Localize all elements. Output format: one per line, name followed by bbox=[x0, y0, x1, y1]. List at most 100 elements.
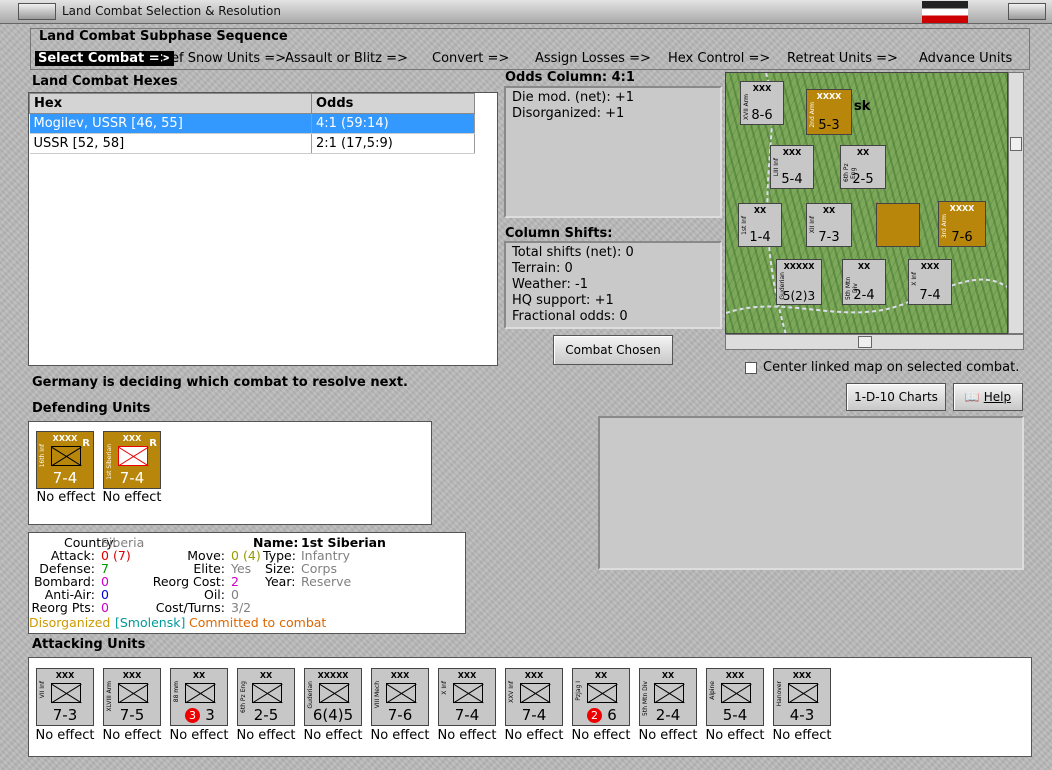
odds-panel: Die mod. (net): +1 Disorganized: +1 bbox=[504, 86, 722, 218]
step-advance-units[interactable]: Advance Units bbox=[919, 51, 1012, 66]
unit-type-icon bbox=[51, 683, 81, 703]
unit-details: Country: Siberia Attack: 0 (7) Defense: … bbox=[28, 532, 466, 634]
subphase-sequence: Land Combat Subphase Sequence Select Com… bbox=[30, 28, 1030, 70]
map-counter[interactable]: XX 6th Pz Eng 2-5 bbox=[840, 145, 886, 189]
unit-type-icon bbox=[118, 683, 148, 703]
hexes-table: Hex Odds Mogilev, USSR [46, 55] 4:1 (59:… bbox=[29, 93, 475, 154]
hexes-heading: Land Combat Hexes bbox=[32, 74, 178, 89]
attacking-unit[interactable]: XXX XXV Inf 7-4 bbox=[505, 668, 563, 726]
close-button[interactable] bbox=[1008, 3, 1046, 20]
table-row[interactable]: USSR [52, 58] 2:1 (17,5:9) bbox=[29, 133, 475, 154]
year-value: Reserve bbox=[301, 574, 352, 589]
shifts-panel: Total shifts (net): 0 Terrain: 0 Weather… bbox=[504, 241, 722, 329]
infantry-icon bbox=[51, 446, 81, 466]
step-select-combat[interactable]: Select Combat => bbox=[35, 51, 174, 66]
map-counter[interactable]: XXXX 3rd Arm 7-6 bbox=[938, 201, 986, 247]
status-disorganized: Disorganized bbox=[29, 615, 111, 630]
unit-effect: No effect bbox=[705, 728, 765, 743]
attack-alt: (7) bbox=[113, 548, 131, 563]
column-odds[interactable]: Odds bbox=[311, 93, 475, 114]
sequence-heading: Land Combat Subphase Sequence bbox=[39, 29, 288, 44]
shifts-heading: Column Shifts: bbox=[505, 226, 613, 241]
defending-panel: XXXX R 16th Inf 7-4 No effect XXX R 1st … bbox=[28, 421, 432, 525]
step-def-snow-units[interactable]: Def Snow Units => bbox=[161, 51, 286, 66]
row-hex: USSR [52, 58] bbox=[29, 133, 312, 154]
status-location: [Smolensk] bbox=[115, 615, 186, 630]
year-label: Year: bbox=[265, 574, 296, 589]
map-counter[interactable]: XXXX 2nd Arm 5-3 bbox=[806, 89, 852, 135]
title-bar: Land Combat Selection & Resolution bbox=[0, 0, 1052, 24]
row-hex: Mogilev, USSR [46, 55] bbox=[29, 113, 312, 134]
book-icon: 📖 bbox=[964, 390, 980, 404]
attacking-unit[interactable]: XXX XLVIII Arm 7-5 bbox=[103, 668, 161, 726]
odds-heading: Odds Column: 4:1 bbox=[505, 70, 635, 85]
attacking-unit[interactable]: XX 5th Mtn Div 2-4 bbox=[639, 668, 697, 726]
combat-chosen-button[interactable]: Combat Chosen bbox=[553, 335, 673, 365]
unit-type-icon bbox=[319, 683, 349, 703]
unit-effect: No effect bbox=[504, 728, 564, 743]
attacking-unit[interactable]: XXX VIII Mech 7-6 bbox=[371, 668, 429, 726]
linked-map[interactable]: sk XXX XVII Arm 8-6 XXXX 2nd Arm 5-3 XXX LIII… bbox=[725, 72, 1008, 334]
attacking-unit[interactable]: XXX Alpine 5-4 bbox=[706, 668, 764, 726]
unit-type-icon bbox=[721, 683, 751, 703]
attacking-unit[interactable]: XXX Hanover 4-3 bbox=[773, 668, 831, 726]
row-odds: 4:1 (59:14) bbox=[311, 113, 475, 134]
shift-line: Terrain: 0 bbox=[512, 261, 573, 276]
unit-effect: No effect bbox=[303, 728, 363, 743]
attacking-unit[interactable]: XX 88 mm 3 3 bbox=[170, 668, 228, 726]
hexes-list: Hex Odds Mogilev, USSR [46, 55] 4:1 (59:… bbox=[28, 92, 498, 366]
unit-type-icon bbox=[520, 683, 550, 703]
map-counter[interactable]: XXX X Inf 7-4 bbox=[908, 259, 952, 305]
help-label: Help bbox=[983, 390, 1012, 404]
attacking-unit[interactable]: XXX VII Inf 7-3 bbox=[36, 668, 94, 726]
step-hex-control[interactable]: Hex Control => bbox=[668, 51, 770, 66]
defending-unit[interactable]: XXX R 1st Siberian 7-4 bbox=[103, 431, 161, 489]
column-hex[interactable]: Hex bbox=[29, 93, 312, 114]
map-place-name: sk bbox=[854, 99, 871, 114]
unit-effect: No effect bbox=[437, 728, 497, 743]
attacking-panel: XXX VII Inf 7-3 No effect XXX XLVIII Arm 7-5 No… bbox=[28, 657, 1032, 757]
unit-effect: No effect bbox=[370, 728, 430, 743]
attacking-unit[interactable]: XX 6th Pz Eng 2-5 bbox=[237, 668, 295, 726]
unit-type-icon bbox=[587, 683, 617, 703]
attacking-unit[interactable]: XXXXX Guderian 6(4)5 bbox=[304, 668, 362, 726]
scroll-thumb[interactable] bbox=[858, 336, 872, 348]
defending-unit[interactable]: XXXX R 16th Inf 7-4 bbox=[36, 431, 94, 489]
scroll-thumb[interactable] bbox=[1010, 137, 1022, 151]
system-menu-button[interactable] bbox=[18, 3, 56, 20]
table-row[interactable]: Mogilev, USSR [46, 55] 4:1 (59:14) bbox=[29, 113, 475, 134]
map-counter[interactable]: XXX XVII Arm 8-6 bbox=[740, 81, 784, 125]
unit-effect: No effect bbox=[772, 728, 832, 743]
center-map-checkbox[interactable] bbox=[745, 362, 757, 374]
map-counter[interactable]: XX 1st Inf 1-4 bbox=[738, 203, 782, 247]
attacking-unit[interactable]: XX PzJag I26 bbox=[572, 668, 630, 726]
unit-type-icon bbox=[453, 683, 483, 703]
result-panel bbox=[598, 416, 1024, 570]
reorg-value: 0 bbox=[101, 600, 109, 615]
help-button[interactable]: 📖 Help bbox=[953, 383, 1023, 411]
shift-line: Total shifts (net): 0 bbox=[512, 245, 634, 260]
unit-effect: No effect bbox=[236, 728, 296, 743]
map-horizontal-scrollbar[interactable] bbox=[725, 334, 1024, 350]
unit-effect: No effect bbox=[102, 490, 162, 505]
unit-effect: No effect bbox=[638, 728, 698, 743]
german-flag-icon bbox=[922, 1, 968, 23]
map-counter[interactable]: XX 5th Mtn Div 2-4 bbox=[842, 259, 886, 305]
attacking-heading: Attacking Units bbox=[32, 637, 146, 652]
map-counter[interactable]: XXXXX Guderian 5(2)3 bbox=[776, 259, 822, 305]
reorg-label: Reorg Pts: bbox=[31, 600, 95, 615]
map-counter[interactable]: XXX LIII Inf 5-4 bbox=[770, 145, 814, 189]
attacking-unit[interactable]: XXX X Inf 7-4 bbox=[438, 668, 496, 726]
map-vertical-scrollbar[interactable] bbox=[1008, 72, 1024, 334]
step-assign-losses[interactable]: Assign Losses => bbox=[535, 51, 651, 66]
step-retreat-units[interactable]: Retreat Units => bbox=[787, 51, 898, 66]
map-attack-marker[interactable] bbox=[876, 203, 920, 247]
center-map-label: Center linked map on selected combat. bbox=[763, 360, 1020, 375]
unit-effect: No effect bbox=[102, 728, 162, 743]
step-assault-or-blitz[interactable]: Assault or Blitz => bbox=[285, 51, 408, 66]
step-convert[interactable]: Convert => bbox=[432, 51, 509, 66]
charts-button[interactable]: 1-D-10 Charts bbox=[846, 383, 946, 411]
map-counter[interactable]: XX XII Inf 7-3 bbox=[806, 203, 852, 247]
shift-line: Fractional odds: 0 bbox=[512, 309, 628, 324]
unit-effect: No effect bbox=[169, 728, 229, 743]
